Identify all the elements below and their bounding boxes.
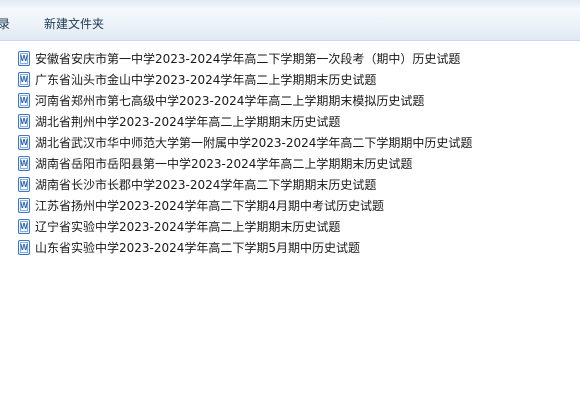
- file-item[interactable]: W 辽宁省实验中学2023-2024学年高二上学期期末历史试题: [18, 216, 340, 236]
- file-item[interactable]: W 江苏省扬州中学2023-2024学年高二下学期4月期中考试历史试题: [18, 195, 384, 215]
- new-folder-button[interactable]: 新建文件夹: [44, 8, 104, 40]
- file-item[interactable]: W 湖北省荆州中学2023-2024学年高二上学期期末历史试题: [18, 111, 340, 131]
- window-top-strip: [0, 0, 580, 8]
- word-document-icon: W: [18, 218, 30, 234]
- file-name: 湖北省荆州中学2023-2024学年高二上学期期末历史试题: [35, 114, 341, 129]
- word-document-icon: W: [18, 239, 30, 255]
- file-item[interactable]: W 湖北省武汉市华中师范大学第一附属中学2023-2024学年高二下学期期中历史…: [18, 132, 472, 152]
- word-document-icon: W: [18, 92, 30, 108]
- directory-button[interactable]: 录: [0, 8, 10, 40]
- file-item[interactable]: W 湖南省长沙市长郡中学2023-2024学年高二下学期期末历史试题: [18, 174, 376, 194]
- word-document-icon: W: [18, 71, 30, 87]
- file-item[interactable]: W 山东省实验中学2023-2024学年高二下学期5月期中历史试题: [18, 237, 360, 257]
- word-document-icon: W: [18, 134, 30, 150]
- file-name: 安徽省安庆市第一中学2023-2024学年高二下学期第一次段考（期中）历史试题: [35, 51, 461, 66]
- word-document-icon: W: [18, 155, 30, 171]
- file-list: W 安徽省安庆市第一中学2023-2024学年高二下学期第一次段考（期中）历史试…: [0, 41, 580, 394]
- file-name: 江苏省扬州中学2023-2024学年高二下学期4月期中考试历史试题: [35, 198, 385, 213]
- word-document-icon: W: [18, 50, 30, 66]
- file-name: 河南省郑州市第七高级中学2023-2024学年高二上学期期末模拟历史试题: [35, 93, 425, 108]
- file-name: 广东省汕头市金山中学2023-2024学年高二上学期期末历史试题: [35, 72, 377, 87]
- file-name: 辽宁省实验中学2023-2024学年高二上学期期末历史试题: [35, 219, 341, 234]
- toolbar: 录 新建文件夹: [0, 8, 580, 41]
- file-name: 湖北省武汉市华中师范大学第一附属中学2023-2024学年高二下学期期中历史试题: [35, 135, 473, 150]
- word-document-icon: W: [18, 176, 30, 192]
- file-name: 湖南省岳阳市岳阳县第一中学2023-2024学年高二上学期期末历史试题: [35, 156, 413, 171]
- file-item[interactable]: W 湖南省岳阳市岳阳县第一中学2023-2024学年高二上学期期末历史试题: [18, 153, 412, 173]
- file-item[interactable]: W 河南省郑州市第七高级中学2023-2024学年高二上学期期末模拟历史试题: [18, 90, 424, 110]
- file-name: 山东省实验中学2023-2024学年高二下学期5月期中历史试题: [35, 240, 361, 255]
- word-document-icon: W: [18, 113, 30, 129]
- file-item[interactable]: W 广东省汕头市金山中学2023-2024学年高二上学期期末历史试题: [18, 69, 376, 89]
- explorer-window: 录 新建文件夹 W 安徽省安庆市第一中学2023-2024学年高二下学期第一次段…: [0, 0, 580, 394]
- file-item[interactable]: W 安徽省安庆市第一中学2023-2024学年高二下学期第一次段考（期中）历史试…: [18, 48, 460, 68]
- word-document-icon: W: [18, 197, 30, 213]
- file-name: 湖南省长沙市长郡中学2023-2024学年高二下学期期末历史试题: [35, 177, 377, 192]
